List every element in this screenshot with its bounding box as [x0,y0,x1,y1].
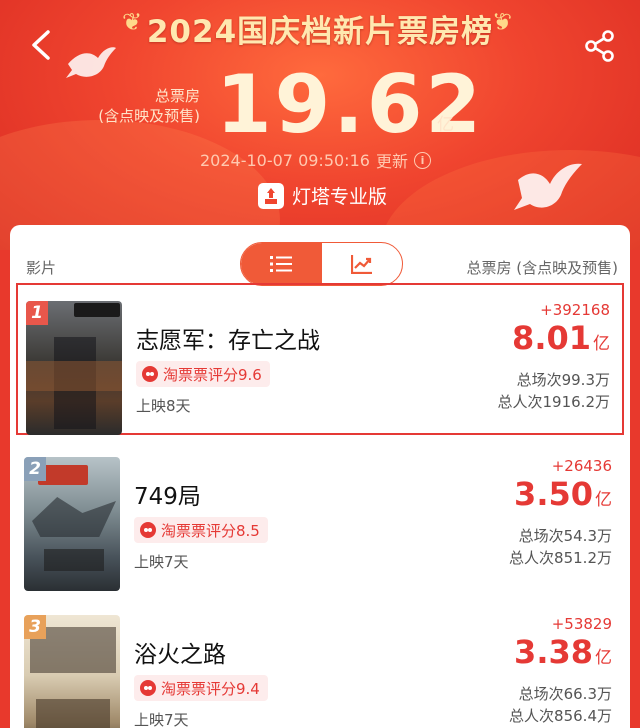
total-admissions: 总人次856.4万 [509,707,612,725]
rating-badge: 淘票票评分9.6 [136,361,270,387]
view-toggle [240,242,403,286]
total-label-line1: 总票房 [154,87,200,105]
gross-delta: +26436 [551,457,612,475]
movie-gross: 3.38 亿 [514,633,612,671]
back-icon[interactable] [28,28,54,62]
movie-poster: 1 [26,301,122,435]
column-header-gross: 总票房 (含点映及预售) [466,259,618,277]
rank-badge: 1 [26,301,48,325]
rating-icon [140,522,156,538]
ranking-card: 影片 总票房 (含点映及预售) 1 志愿军：存亡之战 淘票票评分9.6 上映8天… [10,225,630,728]
movie-title: 749局 [134,484,201,510]
list-view-icon [270,256,293,272]
rank-badge: 3 [24,615,46,639]
rating-text: 淘票票评分9.4 [161,679,260,698]
movie-title: 志愿军：存亡之战 [136,328,320,354]
total-label-line2: (含点映及预售) [98,107,200,125]
chart-view-button[interactable] [322,243,403,285]
dove-icon [514,163,582,210]
movie-poster: 3 [24,615,120,728]
gross-value: 8.01 [512,319,591,357]
total-admissions: 总人次1916.2万 [497,393,611,411]
info-icon[interactable]: i [413,151,431,169]
rating-text: 淘票票评分8.5 [161,521,260,540]
movie-gross: 8.01 亿 [512,319,610,357]
movie-title: 浴火之路 [134,642,226,668]
column-header-film: 影片 [26,259,57,277]
poster-vehicle [44,549,104,571]
total-screenings: 总场次54.3万 [518,527,612,545]
total-gross-unit: 亿 [437,115,454,135]
gross-unit: 亿 [593,334,610,354]
brand-badge: 灯塔专业版 [258,182,387,209]
total-gross-label: 总票房 (含点映及预售) [98,86,200,126]
rating-text: 淘票票评分9.6 [163,365,262,384]
updated-time: 2024-10-07 09:50:16 [200,150,370,170]
movie-row[interactable]: 2 749局 淘票票评分8.5 上映7天 +26436 3.50 亿 总场次54… [16,441,624,593]
total-screenings: 总场次99.3万 [516,371,610,389]
update-timestamp: 2024-10-07 09:50:16 更新 i [200,148,431,172]
gross-unit: 亿 [595,490,612,510]
movie-gross: 3.50 亿 [514,475,612,513]
gross-value: 3.38 [514,633,593,671]
movie-row[interactable]: 3 浴火之路 淘票票评分9.4 上映7天 +53829 3.38 亿 总场次66… [16,599,624,728]
gross-value: 3.50 [514,475,593,513]
header-banner: ❦ ❦ 2024国庆档新片票房榜 总票房 (含点映及预售) 19.62 亿 20… [0,0,640,250]
days-released: 上映7天 [134,711,189,728]
rating-icon [142,366,158,382]
brand-name: 灯塔专业版 [292,186,388,208]
rating-badge: 淘票票评分9.4 [134,675,268,701]
poster-figures [36,699,110,728]
days-released: 上映8天 [136,397,191,415]
list-view-button[interactable] [241,243,322,285]
total-admissions: 总人次851.2万 [509,549,612,567]
dove-icon [66,47,116,78]
movie-row[interactable]: 1 志愿军：存亡之战 淘票票评分9.6 上映8天 +392168 8.01 亿 … [16,283,624,435]
total-screenings: 总场次66.3万 [518,685,612,703]
rank-badge: 2 [24,457,46,481]
poster-creature [32,497,116,537]
updated-suffix: 更新 [375,152,408,171]
poster-logo [74,303,120,317]
days-released: 上映7天 [134,553,189,571]
brand-logo-icon [258,182,284,209]
movie-poster: 2 [24,457,120,591]
gross-delta: +53829 [551,615,612,633]
rating-icon [140,680,156,696]
share-icon[interactable] [584,30,616,62]
chart-view-icon [350,255,372,274]
gross-delta: +392168 [540,301,610,319]
total-gross-value: 19.62 [216,58,485,151]
rating-badge: 淘票票评分8.5 [134,517,268,543]
poster-figures [26,361,122,391]
gross-unit: 亿 [595,648,612,668]
